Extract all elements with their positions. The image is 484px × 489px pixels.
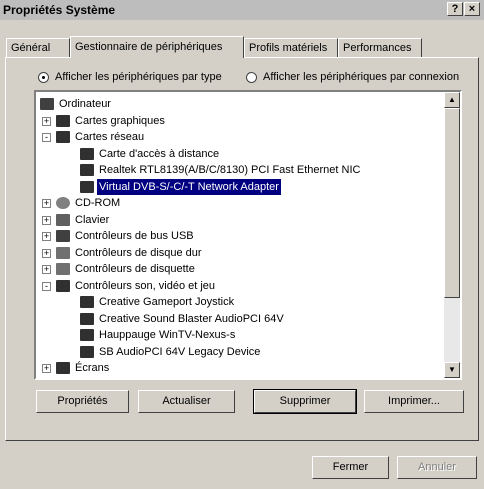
sound-icon [80,329,94,341]
collapse-icon[interactable]: - [42,133,51,142]
view-by-connection-option[interactable]: Afficher les périphériques par connexion [246,70,459,84]
help-button[interactable]: ? [447,2,463,16]
tree-item-label: Écrans [75,362,110,374]
tree-item-label: Clavier [75,213,110,226]
close-button[interactable]: × [464,2,480,16]
scroll-up-button[interactable]: ▲ [444,92,460,108]
network-card-icon [80,147,94,160]
expand-icon[interactable]: + [42,248,51,258]
scroll-thumb[interactable] [444,108,460,298]
monitor-icon [56,114,70,127]
expand-icon[interactable]: + [42,364,51,373]
sound-icon [80,296,94,308]
tree-item-label: Ordinateur [59,98,111,110]
cdrom-icon [56,197,70,209]
expand-icon[interactable]: + [42,116,51,126]
tab-hardware-profiles[interactable]: Profils matériels [244,38,338,57]
keyboard-icon [56,213,70,226]
close-dialog-button[interactable]: Fermer [312,456,389,479]
tab-device-manager[interactable]: Gestionnaire de périphériques [70,36,244,58]
network-card-icon [80,164,94,176]
scroll-down-button[interactable]: ▼ [444,362,460,378]
tree-item-label: SB AudioPCI 64V Legacy Device [99,345,261,358]
view-by-connection-label: Afficher les périphériques par connexion [263,71,460,83]
sound-icon [80,345,94,358]
remove-button[interactable]: Supprimer [253,389,357,414]
network-card-icon [80,180,94,193]
tree-item-label: Carte d'accès à distance [99,147,220,160]
refresh-button[interactable]: Actualiser [138,390,235,413]
expand-icon[interactable]: + [42,199,51,208]
view-by-type-option[interactable]: Afficher les périphériques par type [38,70,222,84]
tree-item-label: CD-ROM [75,197,121,209]
radio-by-type[interactable] [38,71,49,83]
tree-item-label: Hauppauge WinTV-Nexus-s [99,329,236,341]
collapse-icon[interactable]: - [42,281,51,291]
view-by-type-label: Afficher les périphériques par type [55,71,222,83]
print-button[interactable]: Imprimer... [364,390,464,413]
tree-item-label: Cartes réseau [75,131,145,143]
expand-icon[interactable]: + [42,232,51,241]
usb-icon [56,230,70,242]
tree-item-label: Contrôleurs de bus USB [75,230,194,242]
device-tree[interactable]: + Écrans SB AudioPCI 64V Legacy Device Haup… [34,90,462,380]
tree-item-label: Contrôleurs de disquette [75,263,195,275]
tab-performance[interactable]: Performances [338,38,422,57]
network-card-icon [56,131,70,143]
tree-item-label: Creative Sound Blaster AudioPCI 64V [99,312,284,325]
tree-item-label: Realtek RTL8139(A/B/C/8130) PCI Fast Eth… [99,164,361,176]
expand-icon[interactable]: + [42,265,51,274]
tab-general[interactable]: Général [6,38,70,57]
sound-icon [56,279,70,292]
cancel-button: Annuler [397,456,477,479]
system-properties-window: Propriétés Système ? × Général Gestionna… [0,0,484,489]
vertical-scrollbar[interactable]: ▲ ▼ [444,92,460,378]
tree-item-label: Contrôleurs de disque dur [75,246,202,259]
tree-item-label: Contrôleurs son, vidéo et jeu [75,279,216,292]
tree-item-label: Virtual DVB-S/-C/-T Network Adapter [97,178,281,195]
window-title: Propriétés Système [3,3,116,17]
computer-icon [40,98,54,110]
properties-button[interactable]: Propriétés [36,390,129,413]
tree-item-label: Creative Gameport Joystick [99,296,235,308]
radio-by-connection[interactable] [246,71,257,83]
monitor-icon [56,362,70,374]
sound-icon [80,312,94,325]
floppy-icon [56,263,70,275]
harddisk-icon [56,246,70,259]
expand-icon[interactable]: + [42,215,51,225]
title-bar[interactable]: Propriétés Système ? × [0,0,484,20]
tree-item-label: Cartes graphiques [75,114,165,127]
